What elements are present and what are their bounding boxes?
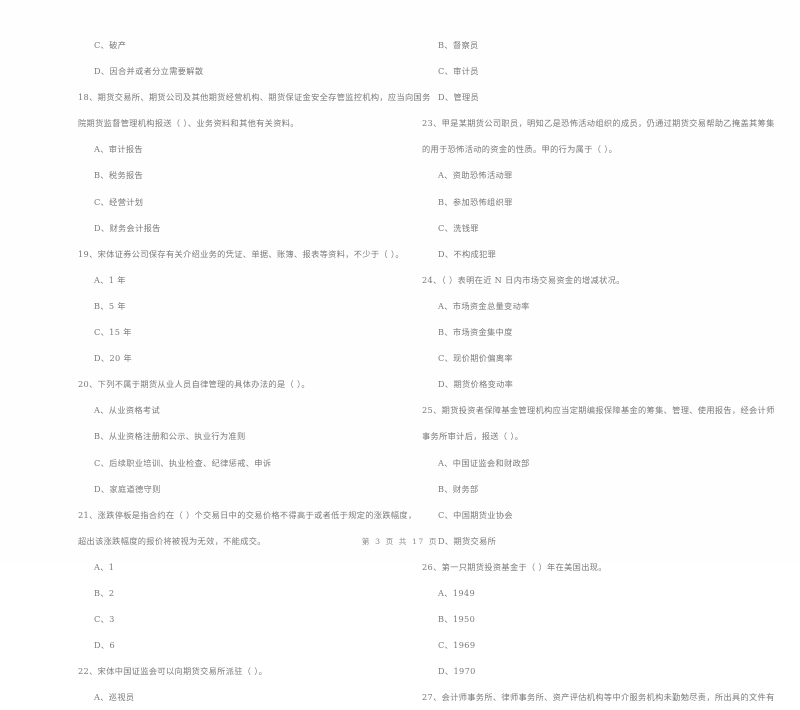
answer-option-line: B、5 年 — [94, 300, 126, 311]
question-line: 21、涨跌停板是指合约在（ ）个交易日中的交易价格不得高于或者低于规定的涨跌幅度… — [78, 509, 417, 520]
answer-option-line: A、1 年 — [94, 274, 126, 285]
answer-option-line: D、不构成犯罪 — [438, 248, 497, 259]
answer-option-line: C、现价期价偏离率 — [438, 353, 513, 364]
question-continuation-line: 事务所审计后，报送（ ）。 — [422, 431, 524, 442]
answer-option-line: C、中国期货业协会 — [438, 509, 513, 520]
answer-option-line: A、从业资格考试 — [94, 405, 161, 416]
question-line: 18、期货交易所、期货公司及其他期货经营机构、期货保证金安全存管监控机构，应当向… — [78, 92, 431, 103]
answer-option-line: C、破产 — [94, 40, 127, 50]
question-continuation-line: 的用于恐怖活动的资金的性质。甲的行为属于（ ）。 — [422, 144, 618, 155]
answer-option-line: A、1949 — [438, 587, 476, 598]
answer-option-line: C、15 年 — [94, 327, 132, 338]
answer-option-line: D、6 — [94, 640, 116, 651]
question-line: 25、期货投资者保障基金管理机构应当定期编报保障基金的筹集、管理、使用报告，经会… — [422, 405, 775, 416]
answer-option-line: A、资助恐怖活动罪 — [438, 170, 513, 181]
answer-option-line: D、财务会计报告 — [94, 222, 161, 233]
answer-option-line: C、后续职业培训、执业检查、纪律惩戒、申诉 — [94, 457, 272, 468]
answer-option-line: C、审计员 — [438, 66, 479, 77]
answer-option-line: B、从业资格注册和公示、执业行为准则 — [94, 431, 246, 442]
document-page: C、破产 D、因合并或者分立需要解散 18、期货交易所、期货公司及其他期货经营机构、… — [0, 0, 800, 702]
question-line: 19、宋体证券公司保存有关介绍业务的凭证、单据、账簿、报表等资料，不少于（ ）。 — [78, 248, 404, 259]
page-content: C、破产 D、因合并或者分立需要解散 18、期货交易所、期货公司及其他期货经营机构、… — [0, 0, 800, 702]
question-line: 20、下列不属于期货从业人员自律管理的具体办法的是（ ）。 — [78, 379, 310, 390]
answer-option-line: D、期货价格变动率 — [438, 379, 514, 390]
answer-option-line: D、家庭道德守则 — [94, 483, 161, 494]
answer-option-line: C、3 — [94, 614, 115, 625]
question-line: 26、第一只期货投资基金于（ ）年在美国出现。 — [422, 561, 607, 572]
answer-option-line: A、审计报告 — [94, 144, 143, 155]
answer-option-line: B、参加恐怖组织罪 — [438, 196, 513, 207]
answer-option-line: A、中国证监会和财政部 — [438, 457, 530, 468]
question-line: 22、宋体中国证监会可以向期货交易所派驻（ ）。 — [78, 666, 268, 677]
answer-option-line: D、因合并或者分立需要解散 — [94, 66, 204, 77]
question-continuation-line: 院期货监督管理机构报送（ ）、业务资料和其他有关资料。 — [78, 118, 299, 129]
answer-option-line: D、20 年 — [94, 353, 133, 364]
answer-option-line: B、2 — [94, 587, 115, 598]
answer-option-line: A、市场资金总量变动率 — [438, 300, 530, 311]
answer-option-line: B、1950 — [438, 614, 476, 625]
answer-option-line: C、经营计划 — [94, 196, 144, 207]
answer-option-line: C、1969 — [438, 640, 476, 651]
answer-option-line: B、税务报告 — [94, 170, 144, 181]
right-column: B、督察员 C、审计员 D、管理员 23、甲是某期货公司职员，明知乙是恐怖活动组织的成… — [400, 0, 800, 710]
answer-option-line: B、财务部 — [438, 483, 479, 494]
answer-option-line: A、1 — [94, 561, 115, 572]
answer-option-line: B、督察员 — [438, 40, 479, 50]
answer-option-line: D、1970 — [438, 666, 476, 677]
two-column-body: C、破产 D、因合并或者分立需要解散 18、期货交易所、期货公司及其他期货经营机构、… — [0, 0, 800, 710]
answer-option-line: B、市场资金集中度 — [438, 327, 513, 338]
left-column: C、破产 D、因合并或者分立需要解散 18、期货交易所、期货公司及其他期货经营机构、… — [0, 0, 431, 710]
question-line: 24、（ ）表明在近 N 日内市场交易资金的增减状况。 — [422, 274, 625, 285]
answer-option-line: A、巡视员 — [94, 692, 135, 703]
question-line: 27、会计师事务所、律师事务所、资产评估机构等中介服务机构未勤勉尽责，所出具的文… — [422, 692, 775, 703]
page-footer: 第 3 页 共 17 页 — [361, 537, 439, 546]
answer-option-line: C、洗钱罪 — [438, 222, 479, 233]
question-line: 23、甲是某期货公司职员，明知乙是恐怖活动组织的成员，仍通过期货交易帮助乙掩盖其… — [422, 118, 775, 129]
answer-option-line: D、管理员 — [438, 92, 480, 103]
